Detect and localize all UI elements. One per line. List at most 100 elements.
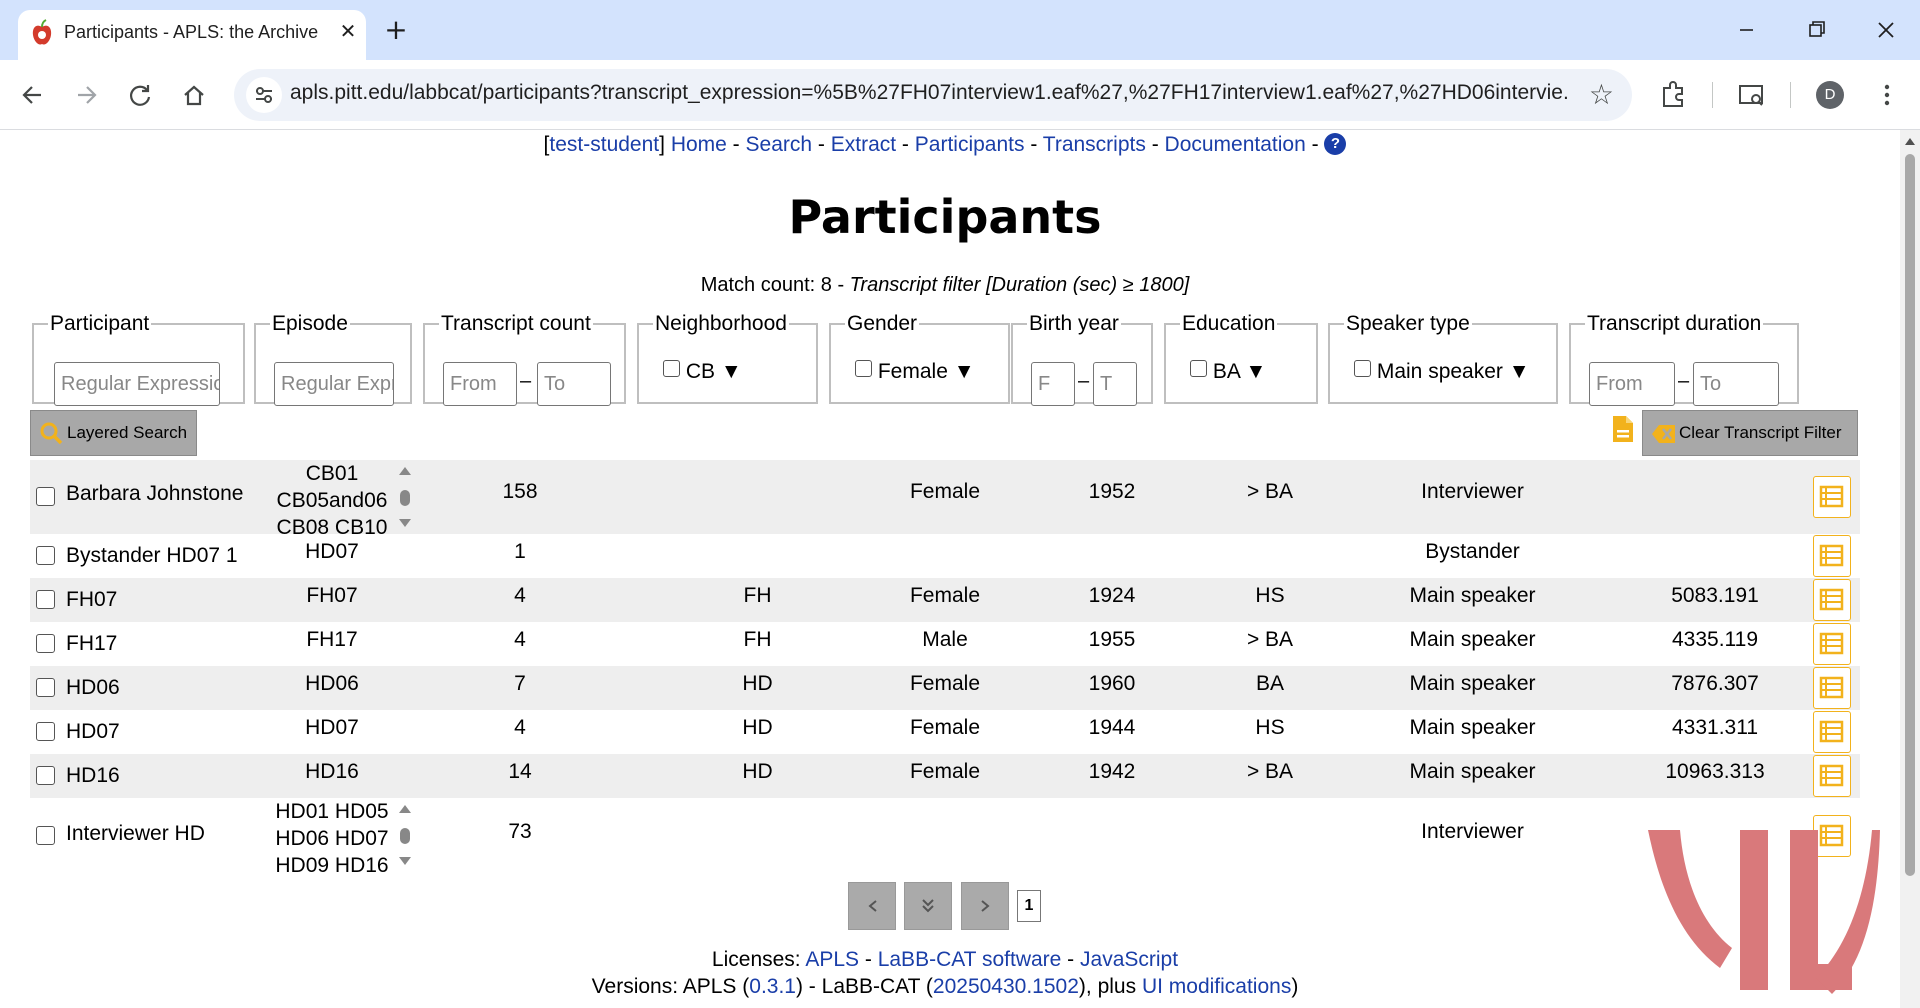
extensions-icon[interactable] — [1652, 74, 1694, 116]
nav-transcripts-link[interactable]: Transcripts — [1043, 133, 1146, 156]
row-checkbox[interactable] — [36, 546, 55, 565]
speaker-type-select[interactable]: Main speaker ▼ — [1354, 360, 1530, 384]
row-checkbox[interactable] — [36, 766, 55, 785]
license-labbcat-link[interactable]: LaBB-CAT software — [878, 948, 1062, 971]
row-checkbox[interactable] — [36, 487, 55, 506]
participant-filter-input[interactable]: Regular Expression — [54, 362, 220, 406]
participant-name[interactable]: Barbara Johnstone — [66, 482, 243, 506]
profile-avatar[interactable]: D — [1816, 81, 1844, 109]
license-javascript-link[interactable]: JavaScript — [1080, 948, 1178, 971]
education-checkbox[interactable] — [1190, 360, 1207, 377]
neighborhood-filter: Neighborhood CB ▼ — [637, 312, 818, 404]
tab-close-icon[interactable]: ✕ — [336, 19, 360, 43]
browser-tab[interactable]: Participants - APLS: the Archive ✕ — [18, 10, 366, 60]
transcript-count-from-input[interactable]: From — [443, 362, 517, 406]
episode-scroller[interactable] — [397, 464, 413, 530]
participant-name[interactable]: Bystander HD07 1 — [66, 544, 238, 568]
education-select[interactable]: BA ▼ — [1190, 360, 1266, 384]
neighborhood-checkbox[interactable] — [663, 360, 680, 377]
transcript-duration-to-input[interactable]: To — [1693, 362, 1779, 406]
episode-list[interactable]: HD07 — [262, 540, 402, 564]
episode-list[interactable]: HD06 — [262, 672, 402, 696]
menu-kebab-icon[interactable] — [1866, 74, 1908, 116]
transcript-duration-from-input[interactable]: From — [1589, 362, 1675, 406]
nav-participants-link[interactable]: Participants — [915, 133, 1025, 156]
row-checkbox[interactable] — [36, 678, 55, 697]
page-number[interactable]: 1 — [1017, 890, 1041, 922]
row-checkbox[interactable] — [36, 634, 55, 653]
gender-select[interactable]: Female ▼ — [855, 360, 975, 384]
nav-search-link[interactable]: Search — [746, 133, 813, 156]
list-icon — [1819, 588, 1844, 611]
table-row[interactable]: HD06 HD06 7 HD Female 1960 BA Main speak… — [30, 666, 1860, 710]
episode-list[interactable]: HD07 — [262, 716, 402, 740]
participant-details-button[interactable] — [1813, 755, 1851, 797]
birth-year-from-input[interactable]: F — [1031, 362, 1075, 406]
participant-name[interactable]: HD07 — [66, 720, 120, 744]
back-icon[interactable] — [13, 75, 53, 115]
table-row[interactable]: HD07 HD07 4 HD Female 1944 HS Main speak… — [30, 710, 1860, 754]
bookmark-star-icon[interactable]: ☆ — [1589, 79, 1614, 111]
license-apls-link[interactable]: APLS — [805, 948, 859, 971]
participant-details-button[interactable] — [1813, 711, 1851, 753]
episode-list[interactable]: FH07 — [262, 584, 402, 608]
scroll-up-icon[interactable] — [1904, 136, 1916, 146]
minimize-icon[interactable] — [1722, 12, 1770, 48]
birth-year-value: 1952 — [1088, 480, 1136, 503]
expand-pages-button[interactable] — [904, 882, 952, 930]
tab-search-icon[interactable] — [1730, 74, 1772, 116]
restore-icon[interactable] — [1792, 12, 1840, 48]
participant-details-button[interactable] — [1813, 579, 1851, 621]
site-info-icon[interactable] — [246, 77, 282, 113]
birth-year-to-input[interactable]: T — [1093, 362, 1137, 406]
participant-name[interactable]: Interviewer HD — [66, 822, 205, 846]
participant-details-button[interactable] — [1813, 667, 1851, 709]
previous-page-button[interactable] — [848, 882, 896, 930]
participant-details-button[interactable] — [1813, 623, 1851, 665]
participant-name[interactable]: HD06 — [66, 676, 120, 700]
user-link[interactable]: test-student — [549, 133, 659, 156]
ui-modifications-link[interactable]: UI modifications — [1142, 975, 1291, 998]
transcript-count-to-input[interactable]: To — [537, 362, 611, 406]
forward-icon[interactable] — [66, 75, 106, 115]
scroll-thumb[interactable] — [1905, 154, 1915, 876]
table-row[interactable]: Barbara Johnstone CB01 CB05and06 CB08 CB… — [30, 460, 1860, 539]
episode-scroller[interactable] — [397, 802, 413, 868]
next-page-button[interactable] — [961, 882, 1009, 930]
clear-transcript-filter-button[interactable]: Clear Transcript Filter — [1642, 410, 1858, 456]
labbcat-version-link[interactable]: 20250430.1502 — [933, 975, 1079, 998]
nav-documentation-link[interactable]: Documentation — [1165, 133, 1306, 156]
row-checkbox[interactable] — [36, 722, 55, 741]
table-row[interactable]: Interviewer HD HD01 HD05 HD06 HD07 HD09 … — [30, 798, 1860, 877]
export-csv-icon[interactable] — [1610, 414, 1636, 444]
row-checkbox[interactable] — [36, 590, 55, 609]
table-row[interactable]: HD16 HD16 14 HD Female 1942 > BA Main sp… — [30, 754, 1860, 798]
nav-home-link[interactable]: Home — [671, 133, 727, 156]
page-scrollbar[interactable] — [1900, 130, 1920, 1008]
new-tab-icon[interactable]: + — [380, 12, 412, 48]
layered-search-button[interactable]: Layered Search — [30, 410, 197, 456]
episode-filter-input[interactable]: Regular Expression — [274, 362, 394, 406]
reload-icon[interactable] — [120, 75, 160, 115]
participant-name[interactable]: FH17 — [66, 632, 117, 656]
close-window-icon[interactable] — [1862, 12, 1910, 48]
table-row[interactable]: Bystander HD07 1 HD07 1 Bystander — [30, 534, 1860, 578]
address-bar[interactable]: apls.pitt.edu/labbcat/participants?trans… — [234, 69, 1632, 121]
participant-name[interactable]: HD16 — [66, 764, 120, 788]
row-checkbox[interactable] — [36, 826, 55, 845]
participant-name[interactable]: FH07 — [66, 588, 117, 612]
table-row[interactable]: FH17 FH17 4 FH Male 1955 > BA Main speak… — [30, 622, 1860, 666]
apls-version-link[interactable]: 0.3.1 — [749, 975, 796, 998]
help-icon[interactable]: ? — [1324, 133, 1347, 155]
home-icon[interactable] — [174, 75, 214, 115]
participant-details-button[interactable] — [1813, 476, 1851, 518]
participant-details-button[interactable] — [1813, 535, 1851, 577]
neighborhood-select[interactable]: CB ▼ — [663, 360, 742, 384]
gender-checkbox[interactable] — [855, 360, 872, 377]
url-text[interactable]: apls.pitt.edu/labbcat/participants?trans… — [290, 81, 1570, 105]
speaker-type-checkbox[interactable] — [1354, 360, 1371, 377]
nav-extract-link[interactable]: Extract — [831, 133, 896, 156]
episode-list[interactable]: HD16 — [262, 760, 402, 784]
episode-list[interactable]: FH17 — [262, 628, 402, 652]
table-row[interactable]: FH07 FH07 4 FH Female 1924 HS Main speak… — [30, 578, 1860, 622]
